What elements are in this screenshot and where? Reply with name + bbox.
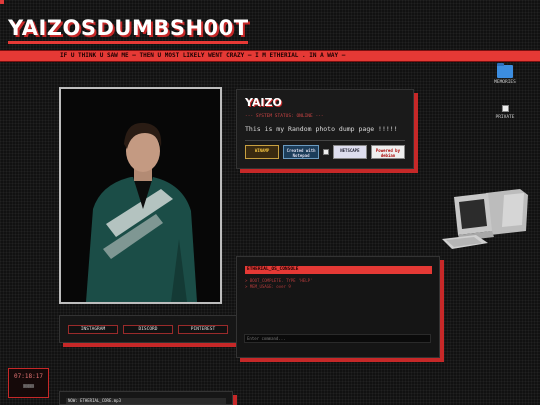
clock-time: 07:18:17 bbox=[14, 373, 43, 380]
marquee-banner: IF U THINK U SAW ME — THEN U MOST LIKELY… bbox=[0, 50, 540, 62]
title-underline bbox=[8, 41, 248, 44]
console-header: ETHERIAL_OS_CONSOLE bbox=[245, 266, 432, 274]
pinterest-button[interactable]: PINTEREST bbox=[178, 325, 228, 334]
console-command-input[interactable] bbox=[244, 334, 431, 343]
discord-button[interactable]: DISCORD bbox=[123, 325, 173, 334]
card-description: This is my Random photo dump page !!!!! bbox=[245, 125, 398, 133]
broken-image-icon bbox=[501, 105, 509, 112]
retro-computer-icon bbox=[442, 189, 528, 249]
desktop-icon-label: MEMORIES bbox=[494, 80, 516, 85]
divider bbox=[245, 140, 405, 141]
music-player: NOW: ETHERIAL_CORE.mp3 bbox=[59, 391, 233, 405]
profile-card: YAIZO --- SYSTEM STATUS: ONLINE --- This… bbox=[236, 89, 414, 169]
instagram-button[interactable]: INSTAGRAM bbox=[68, 325, 118, 334]
now-playing[interactable]: NOW: ETHERIAL_CORE.mp3 bbox=[66, 398, 226, 404]
debian-badge[interactable]: Powered by debian bbox=[370, 145, 405, 159]
portrait-photo bbox=[61, 89, 220, 302]
desktop-icon-private[interactable]: PRIVATE bbox=[485, 105, 525, 120]
notepad-badge[interactable]: Created with Notepad bbox=[283, 145, 320, 159]
console-output-line: > MEM_USAGE: over 9 bbox=[245, 284, 291, 289]
clock-decor: ▒▒▒▒▒▒ bbox=[23, 384, 34, 388]
desktop-icon-memories[interactable]: MEMORIES bbox=[485, 63, 525, 85]
netscape-badge[interactable]: NETSCAPE bbox=[332, 145, 367, 159]
broken-image-icon bbox=[323, 149, 329, 155]
social-links-panel: INSTAGRAM DISCORD PINTEREST bbox=[59, 315, 237, 343]
corner-accent bbox=[0, 0, 4, 4]
marquee-text: IF U THINK U SAW ME — THEN U MOST LIKELY… bbox=[60, 52, 346, 59]
desktop-icon-label: PRIVATE bbox=[495, 115, 515, 120]
site-title: YAIZOSDUMBSH00T bbox=[8, 16, 249, 40]
status-line: --- SYSTEM STATUS: ONLINE --- bbox=[245, 114, 324, 119]
winamp-badge[interactable]: WINAMP bbox=[245, 145, 280, 159]
card-title: YAIZO bbox=[245, 96, 282, 109]
photo-frame bbox=[59, 87, 222, 304]
badge-row: WINAMP Created with Notepad NETSCAPE Pow… bbox=[245, 145, 405, 159]
clock-widget: 07:18:17 ▒▒▒▒▒▒ bbox=[8, 368, 49, 398]
console-output-line: > BOOT_COMPLETE. TYPE 'HELP' bbox=[245, 278, 313, 283]
folder-icon bbox=[497, 63, 513, 78]
